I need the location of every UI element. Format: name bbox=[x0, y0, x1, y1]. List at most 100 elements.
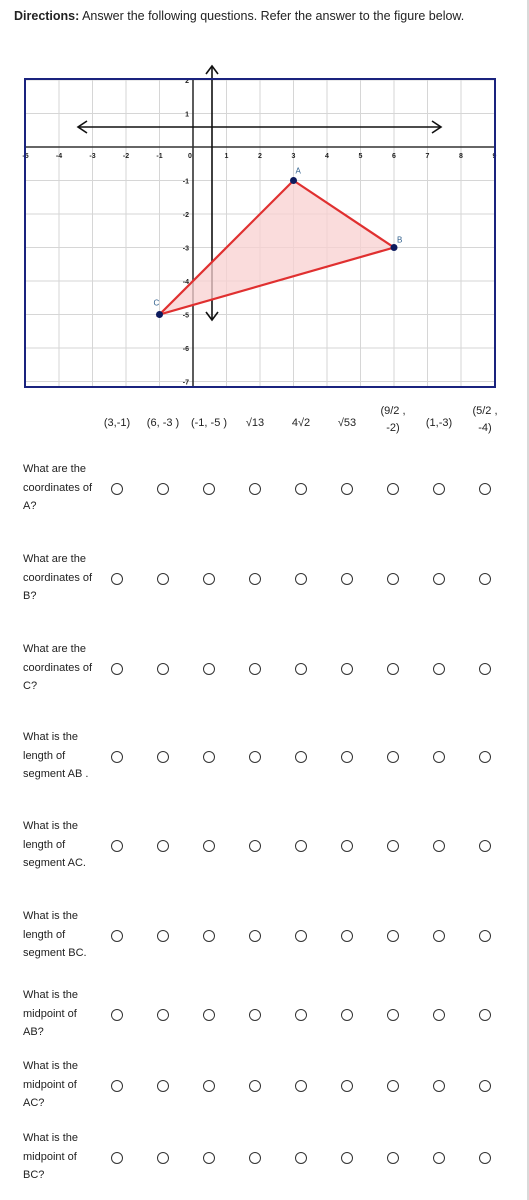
answer-radio[interactable] bbox=[479, 930, 491, 942]
answer-radio[interactable] bbox=[387, 1009, 399, 1021]
x-tick-label: 8 bbox=[459, 153, 463, 160]
answer-radio[interactable] bbox=[157, 930, 169, 942]
answer-radio[interactable] bbox=[295, 751, 307, 763]
answer-radio[interactable] bbox=[387, 1152, 399, 1164]
directions: Directions: Answer the following questio… bbox=[14, 7, 484, 26]
answer-radio[interactable] bbox=[203, 840, 215, 852]
answer-radio[interactable] bbox=[479, 573, 491, 585]
answer-radio[interactable] bbox=[111, 840, 123, 852]
answer-radio[interactable] bbox=[295, 483, 307, 495]
answer-radio[interactable] bbox=[341, 751, 353, 763]
answer-radio[interactable] bbox=[433, 751, 445, 763]
answer-radio[interactable] bbox=[479, 1080, 491, 1092]
answer-radio[interactable] bbox=[387, 663, 399, 675]
answer-radio[interactable] bbox=[433, 1152, 445, 1164]
answer-radio[interactable] bbox=[111, 1080, 123, 1092]
question-label: What are the coordinates of B? bbox=[23, 553, 93, 602]
question-label: What are the coordinates of A? bbox=[23, 463, 93, 512]
answer-radio[interactable] bbox=[157, 483, 169, 495]
column-header: (3,-1) bbox=[103, 417, 131, 429]
answer-radio[interactable] bbox=[387, 751, 399, 763]
answer-radio[interactable] bbox=[295, 1152, 307, 1164]
answer-radio[interactable] bbox=[479, 1009, 491, 1021]
answer-radio[interactable] bbox=[157, 573, 169, 585]
answer-radio[interactable] bbox=[479, 751, 491, 763]
y-tick-label: -7 bbox=[183, 380, 189, 387]
column-header: (9/2 , -2) bbox=[380, 405, 406, 434]
answer-radio[interactable] bbox=[479, 663, 491, 675]
answer-radio[interactable] bbox=[111, 1009, 123, 1021]
answer-radio[interactable] bbox=[111, 483, 123, 495]
answer-radio[interactable] bbox=[295, 930, 307, 942]
answer-radio[interactable] bbox=[111, 751, 123, 763]
answer-radio[interactable] bbox=[203, 1080, 215, 1092]
answer-radio[interactable] bbox=[203, 573, 215, 585]
answer-radio[interactable] bbox=[295, 1080, 307, 1092]
answer-radio[interactable] bbox=[111, 663, 123, 675]
answer-radio[interactable] bbox=[341, 930, 353, 942]
answer-radio[interactable] bbox=[249, 1009, 261, 1021]
answer-radio[interactable] bbox=[341, 483, 353, 495]
answer-radio[interactable] bbox=[249, 840, 261, 852]
answer-radio[interactable] bbox=[157, 751, 169, 763]
answer-radio[interactable] bbox=[157, 1009, 169, 1021]
answer-radio[interactable] bbox=[341, 663, 353, 675]
answer-radio[interactable] bbox=[433, 840, 445, 852]
x-tick-label: -1 bbox=[156, 153, 162, 160]
answer-radio[interactable] bbox=[387, 483, 399, 495]
answer-radio[interactable] bbox=[433, 663, 445, 675]
answer-radio[interactable] bbox=[295, 573, 307, 585]
answer-radio[interactable] bbox=[433, 930, 445, 942]
answer-radio[interactable] bbox=[249, 1152, 261, 1164]
answer-radio[interactable] bbox=[387, 1080, 399, 1092]
answer-radio[interactable] bbox=[433, 573, 445, 585]
answer-radio[interactable] bbox=[203, 751, 215, 763]
answer-radio[interactable] bbox=[479, 1152, 491, 1164]
answer-radio[interactable] bbox=[157, 663, 169, 675]
answer-radio[interactable] bbox=[157, 840, 169, 852]
answer-radio[interactable] bbox=[341, 1009, 353, 1021]
point-b bbox=[390, 244, 398, 251]
answer-radio[interactable] bbox=[341, 573, 353, 585]
answer-radio[interactable] bbox=[295, 840, 307, 852]
y-tick-label: -6 bbox=[183, 346, 189, 353]
answer-radio[interactable] bbox=[111, 930, 123, 942]
answer-radio[interactable] bbox=[387, 930, 399, 942]
answer-radio[interactable] bbox=[157, 1152, 169, 1164]
answer-radio[interactable] bbox=[433, 483, 445, 495]
answer-radio[interactable] bbox=[249, 930, 261, 942]
question-label: What is the length of segment BC. bbox=[23, 910, 87, 959]
y-tick-label: 1 bbox=[185, 112, 189, 119]
answer-radio[interactable] bbox=[249, 663, 261, 675]
x-tick-label: 6 bbox=[392, 153, 396, 160]
answer-radio[interactable] bbox=[295, 663, 307, 675]
answer-radio[interactable] bbox=[341, 840, 353, 852]
answer-radio[interactable] bbox=[111, 573, 123, 585]
answer-radio[interactable] bbox=[249, 1080, 261, 1092]
answer-radio[interactable] bbox=[387, 573, 399, 585]
answer-radio[interactable] bbox=[479, 483, 491, 495]
answer-radio[interactable] bbox=[203, 1009, 215, 1021]
answer-radio[interactable] bbox=[295, 1009, 307, 1021]
answer-radio[interactable] bbox=[387, 840, 399, 852]
answer-radio[interactable] bbox=[433, 1009, 445, 1021]
answer-radio[interactable] bbox=[341, 1152, 353, 1164]
answer-radio[interactable] bbox=[341, 1080, 353, 1092]
answer-radio[interactable] bbox=[203, 483, 215, 495]
question-label: What are the coordinates of C? bbox=[23, 643, 93, 692]
answer-radio[interactable] bbox=[249, 483, 261, 495]
answer-radio[interactable] bbox=[249, 573, 261, 585]
answer-radio[interactable] bbox=[203, 663, 215, 675]
answer-radio[interactable] bbox=[433, 1080, 445, 1092]
answer-radio[interactable] bbox=[479, 840, 491, 852]
answer-radio[interactable] bbox=[249, 751, 261, 763]
answer-radio[interactable] bbox=[203, 1152, 215, 1164]
x-tick-label: -3 bbox=[89, 153, 95, 160]
answer-radio[interactable] bbox=[157, 1080, 169, 1092]
answer-radio[interactable] bbox=[203, 930, 215, 942]
y-tick-label: -2 bbox=[183, 212, 189, 219]
directions-text: Answer the following questions. Refer th… bbox=[79, 9, 465, 23]
point-label-c: C bbox=[154, 299, 160, 308]
answer-radio[interactable] bbox=[111, 1152, 123, 1164]
point-c bbox=[156, 311, 163, 318]
